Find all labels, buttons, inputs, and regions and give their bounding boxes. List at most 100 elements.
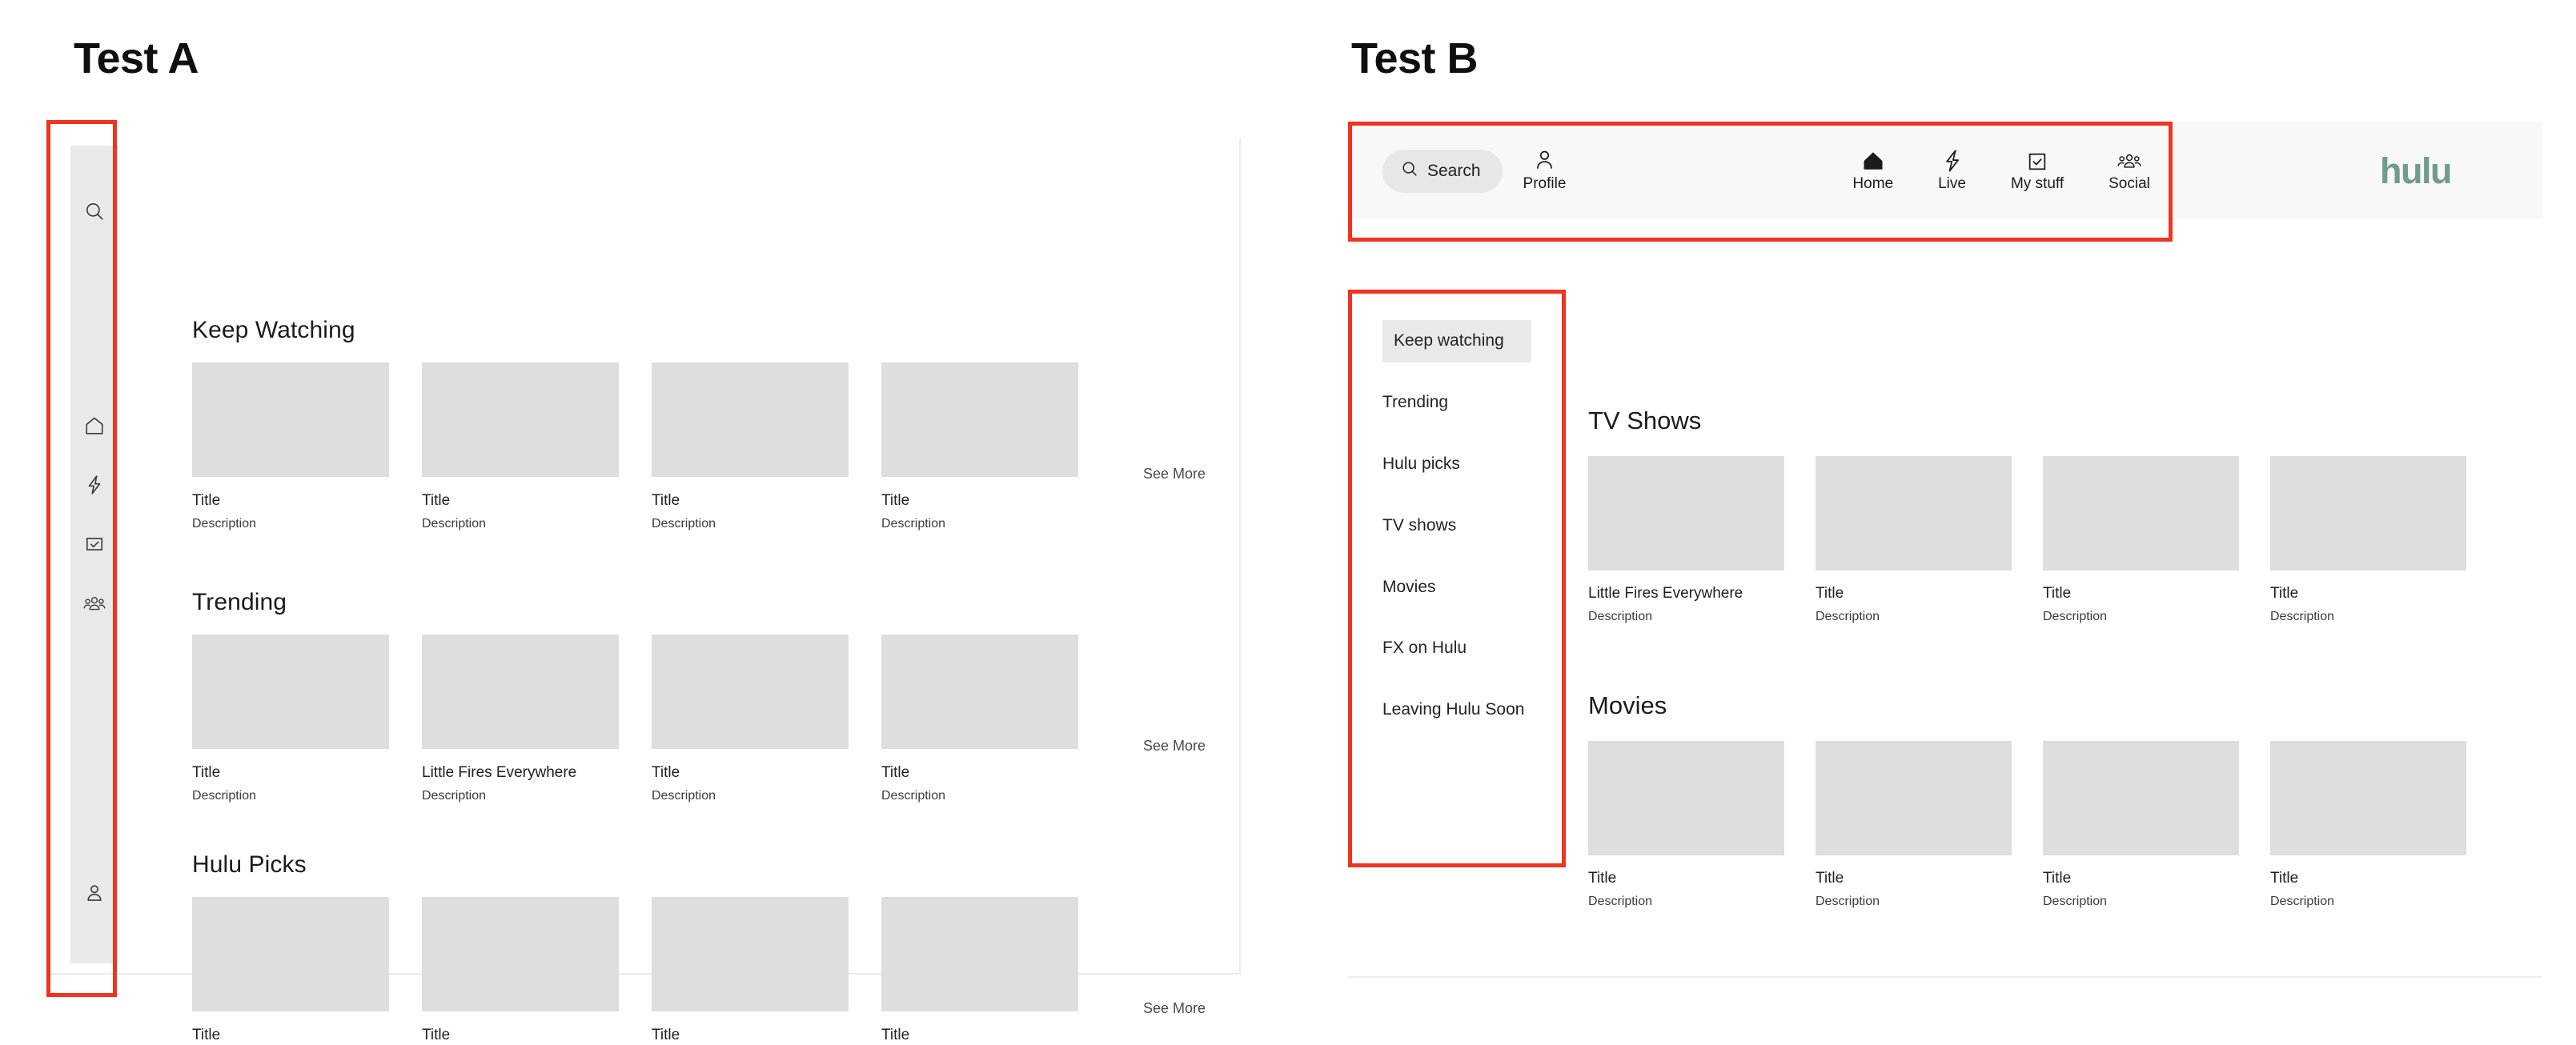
- card-title: Title: [652, 492, 680, 509]
- my-stuff-icon[interactable]: [74, 523, 115, 565]
- card-title: Title: [881, 764, 910, 781]
- nav-item-home[interactable]: Home: [1852, 146, 1893, 193]
- menu-item-fx-on-hulu[interactable]: FX on Hulu: [1348, 627, 1566, 670]
- test-a-content: Keep Watching Title Description Title De…: [192, 139, 1233, 1043]
- card-description: Description: [881, 788, 946, 803]
- menu-item-hulu-picks[interactable]: Hulu picks: [1348, 443, 1566, 486]
- card-description: Description: [2043, 895, 2108, 908]
- card-thumbnail: [2270, 741, 2466, 855]
- card-description: Description: [652, 516, 716, 531]
- card-title: Title: [652, 764, 680, 781]
- card-title: Title: [881, 1027, 910, 1043]
- content-card[interactable]: Title Description: [881, 362, 1078, 531]
- card-title: Title: [1816, 585, 1844, 602]
- card-description: Description: [1816, 895, 1880, 908]
- search-button[interactable]: Search: [1382, 149, 1503, 193]
- card-description: Description: [2270, 895, 2335, 908]
- menu-item-tv-shows[interactable]: TV shows: [1348, 505, 1566, 547]
- section-heading: Keep Watching: [192, 317, 355, 343]
- profile-icon[interactable]: [74, 872, 115, 914]
- nav-label: Home: [1852, 174, 1894, 192]
- profile-icon: [1534, 146, 1555, 173]
- content-card[interactable]: Title Description: [192, 362, 389, 531]
- nav-label: Live: [1938, 174, 1966, 192]
- menu-item-keep-watching[interactable]: Keep watching: [1382, 320, 1531, 362]
- card-description: Description: [422, 788, 487, 803]
- card-description: Description: [1816, 610, 1880, 623]
- wireframe-comparison-canvas: Test A Test B Keep Watching Title Descri…: [0, 0, 2576, 1045]
- content-card[interactable]: Title Description: [2270, 456, 2466, 624]
- card-description: Description: [192, 788, 257, 803]
- card-thumbnail: [192, 362, 389, 477]
- content-card[interactable]: Title Description: [652, 362, 849, 531]
- nav-item-social[interactable]: Social: [2109, 146, 2150, 193]
- see-more-link[interactable]: See More: [1143, 466, 1206, 482]
- section-trending: Trending Title Description Little Fires …: [192, 589, 1233, 803]
- search-label: Search: [1427, 161, 1481, 180]
- section-heading: Hulu Picks: [192, 851, 307, 878]
- menu-item-trending[interactable]: Trending: [1348, 382, 1566, 424]
- card-thumbnail: [422, 897, 619, 1011]
- content-card[interactable]: Title Description: [2270, 741, 2466, 909]
- section-tv-shows: TV Shows Little Fires Everywhere Descrip…: [1588, 406, 2466, 624]
- card-strip: Title Description Little Fires Everywher…: [192, 635, 1233, 803]
- card-thumbnail: [1816, 456, 2012, 571]
- card-strip: Title Description Title Description Titl…: [1588, 741, 2466, 909]
- card-description: Description: [192, 516, 257, 531]
- live-icon[interactable]: [74, 464, 115, 506]
- see-more-link[interactable]: See More: [1143, 1000, 1206, 1017]
- card-title: Little Fires Everywhere: [422, 764, 577, 781]
- home-icon[interactable]: [74, 405, 115, 446]
- content-card[interactable]: Title Description: [192, 897, 389, 1045]
- content-card[interactable]: Title Description: [1816, 456, 2012, 624]
- content-card[interactable]: Title Description: [2043, 741, 2239, 909]
- section-movies: Movies Title Description Title Descripti…: [1588, 691, 2466, 909]
- card-thumbnail: [422, 635, 619, 749]
- content-card[interactable]: Title Description: [652, 897, 849, 1045]
- card-thumbnail: [2043, 456, 2239, 571]
- card-title: Title: [1816, 870, 1844, 887]
- card-thumbnail: [2043, 741, 2239, 855]
- nav-left-group: Search Profile: [1382, 146, 1566, 196]
- content-card[interactable]: Title Description: [881, 897, 1078, 1045]
- card-description: Description: [1588, 610, 1653, 623]
- content-card[interactable]: Title Description: [192, 635, 389, 803]
- card-thumbnail: [652, 635, 849, 749]
- content-card[interactable]: Little Fires Everywhere Description: [1588, 456, 1784, 624]
- nav-center-group: Home Live My stuff Social: [1852, 146, 2150, 196]
- see-more-link[interactable]: See More: [1143, 738, 1206, 755]
- card-thumbnail: [192, 635, 389, 749]
- card-title: Title: [2043, 870, 2072, 887]
- menu-item-movies[interactable]: Movies: [1348, 567, 1566, 609]
- section-hulu-picks: Hulu Picks Title Description Title Descr…: [192, 851, 1233, 1045]
- content-card[interactable]: Title Description: [881, 635, 1078, 803]
- test-b-top-nav: Search Profile Home Live My stuff Social…: [1348, 122, 2542, 219]
- social-icon[interactable]: [74, 583, 115, 624]
- card-description: Description: [2043, 610, 2108, 623]
- search-icon[interactable]: [74, 190, 115, 232]
- nav-item-my-stuff[interactable]: My stuff: [2011, 146, 2064, 193]
- content-card[interactable]: Little Fires Everywhere Description: [422, 635, 619, 803]
- nav-item-live[interactable]: Live: [1938, 146, 1966, 193]
- card-title: Title: [2270, 870, 2299, 887]
- section-heading: Trending: [192, 589, 287, 615]
- content-card[interactable]: Title Description: [422, 362, 619, 531]
- test-b-side-menu: Keep watching Trending Hulu picks TV sho…: [1348, 290, 1566, 751]
- section-keep-watching: Keep Watching Title Description Title De…: [192, 317, 1233, 531]
- card-strip: Little Fires Everywhere Description Titl…: [1588, 456, 2466, 624]
- menu-item-leaving-hulu-soon[interactable]: Leaving Hulu Soon: [1348, 689, 1566, 731]
- card-thumbnail: [881, 362, 1078, 477]
- content-card[interactable]: Title Description: [422, 897, 619, 1045]
- card-thumbnail: [1588, 741, 1784, 855]
- test-a-left-rail[interactable]: [70, 146, 118, 963]
- my-stuff-icon: [2026, 146, 2048, 173]
- content-card[interactable]: Title Description: [2043, 456, 2239, 624]
- section-heading: TV Shows: [1588, 406, 1702, 434]
- card-title: Title: [2270, 585, 2299, 602]
- nav-item-profile[interactable]: Profile: [1523, 146, 1566, 193]
- content-card[interactable]: Title Description: [1588, 741, 1784, 909]
- hulu-logo[interactable]: hulu: [2380, 153, 2452, 189]
- content-card[interactable]: Title Description: [652, 635, 849, 803]
- card-description: Description: [2270, 610, 2335, 623]
- content-card[interactable]: Title Description: [1816, 741, 2012, 909]
